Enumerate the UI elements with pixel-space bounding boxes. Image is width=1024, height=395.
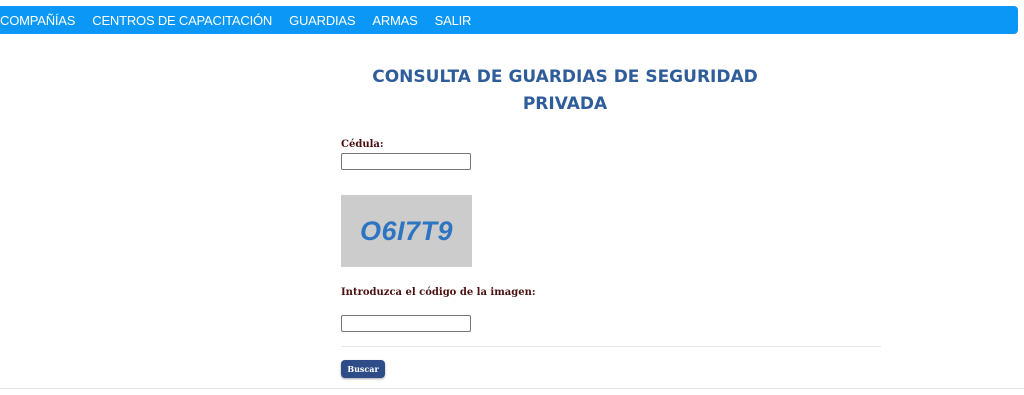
nav-item-salir[interactable]: SALIR: [435, 13, 472, 28]
top-navbar: COMPAÑÍAS CENTROS DE CAPACITACIÓN GUARDI…: [0, 6, 1018, 34]
captcha-code-text: O6I7T9: [359, 215, 454, 246]
nav-item-guardias[interactable]: GUARDIAS: [289, 13, 356, 28]
page-title-line-2: PRIVADA: [522, 94, 608, 114]
cedula-label: Cédula:: [341, 139, 384, 150]
cedula-input[interactable]: [341, 153, 471, 170]
captcha-code-input[interactable]: [341, 315, 471, 332]
search-button[interactable]: Buscar: [341, 360, 385, 378]
form-divider: [341, 346, 881, 347]
footer-divider: [0, 388, 1024, 389]
captcha-image: O6I7T9: [341, 195, 472, 267]
nav-item-centros-capacitacion[interactable]: CENTROS DE CAPACITACIÓN: [92, 13, 272, 28]
nav-item-armas[interactable]: ARMAS: [372, 13, 417, 28]
page-title-line-1: CONSULTA DE GUARDIAS DE SEGURIDAD: [372, 67, 758, 87]
page-title: CONSULTA DE GUARDIAS DE SEGURIDAD PRIVAD…: [340, 64, 790, 118]
nav-item-companias[interactable]: COMPAÑÍAS: [0, 13, 75, 28]
captcha-code-label: Introduzca el código de la imagen:: [341, 287, 536, 298]
